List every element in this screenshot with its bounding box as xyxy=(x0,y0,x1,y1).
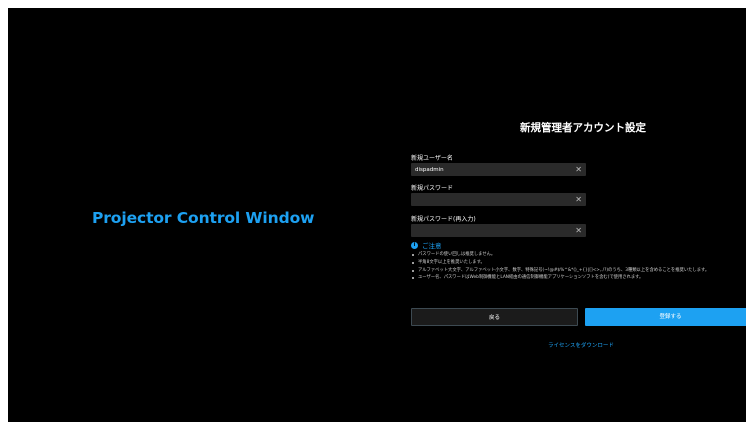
notice-heading: i ご注意 xyxy=(411,240,442,250)
app-brand-title: Projector Control Window xyxy=(92,209,315,227)
register-button[interactable]: 登録する xyxy=(585,308,746,326)
notice-list: パスワードの使い回しは推奨しません。 半角8文字以上を推奨いたします。 アルファ… xyxy=(411,251,746,282)
password-label: 新規パスワード xyxy=(411,185,454,192)
info-icon: i xyxy=(411,241,418,249)
password-confirm-input[interactable] xyxy=(411,224,571,237)
username-clear-icon[interactable]: ✕ xyxy=(575,164,582,175)
notice-heading-label: ご注意 xyxy=(422,242,442,250)
license-download-link[interactable]: ライセンスをダウンロード xyxy=(548,341,614,349)
password-confirm-field-container: ✕ xyxy=(411,224,586,237)
notice-item: 半角8文字以上を推奨いたします。 xyxy=(411,259,746,267)
username-field-container: ✕ xyxy=(411,163,586,176)
notice-item: アルファベット大文字、アルファベット小文字、数字、特殊記号(~!@#$%^&*(… xyxy=(411,267,746,275)
password-field-container: ✕ xyxy=(411,193,586,206)
page-title: 新規管理者アカウント設定 xyxy=(520,122,646,134)
notice-item: ユーザー名、パスワードはWeb制御機能とLAN経由の通信制御機能アプリケーション… xyxy=(411,274,746,282)
password-input[interactable] xyxy=(411,193,571,206)
app-screen: Projector Control Window 新規管理者アカウント設定 新規… xyxy=(8,8,746,422)
admin-setup-panel: 新規管理者アカウント設定 新規ユーザー名 ✕ 新規パスワード ✕ 新規パスワード… xyxy=(402,8,746,422)
password-clear-icon[interactable]: ✕ xyxy=(575,194,582,205)
username-label: 新規ユーザー名 xyxy=(411,155,453,162)
back-button[interactable]: 戻る xyxy=(411,308,578,326)
notice-item: パスワードの使い回しは推奨しません。 xyxy=(411,251,746,259)
password-confirm-clear-icon[interactable]: ✕ xyxy=(575,225,582,236)
username-input[interactable] xyxy=(411,163,571,176)
password-confirm-label: 新規パスワード(再入力) xyxy=(411,216,476,223)
